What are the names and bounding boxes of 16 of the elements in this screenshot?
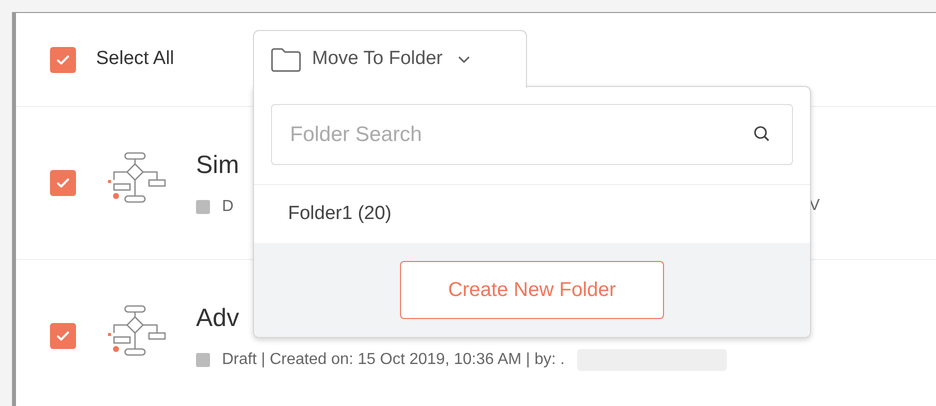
status-square [196, 200, 210, 214]
row-title: Sim [196, 150, 240, 182]
row-title: Adv [196, 303, 240, 334]
chevron-down-icon [456, 54, 471, 64]
folder-item[interactable]: Folder1 (20) [254, 185, 810, 243]
row-meta: D [222, 196, 234, 217]
row-meta: Draft | Created on: 15 Oct 2019, 10:36 AM | by: . [222, 350, 565, 370]
select-all-label: Select All [96, 47, 174, 72]
checkbox[interactable] [50, 46, 76, 72]
folder-icon [270, 46, 302, 72]
folder-search-field[interactable]: Folder Search [271, 104, 793, 165]
search-icon [753, 125, 771, 143]
status-square [196, 352, 210, 367]
checkbox[interactable] [50, 170, 76, 196]
move-to-folder-button[interactable]: Move To Folder [253, 30, 527, 88]
checkbox[interactable] [50, 323, 76, 349]
